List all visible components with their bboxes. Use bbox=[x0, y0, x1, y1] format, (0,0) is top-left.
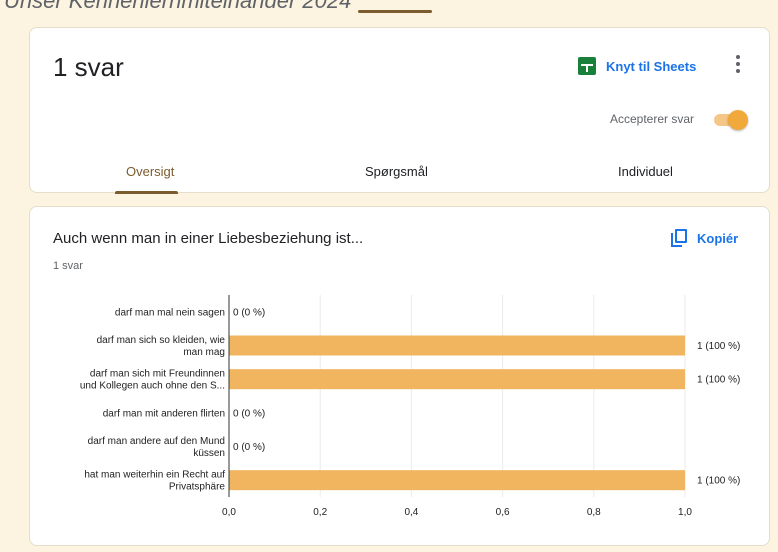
category-label: man mag bbox=[183, 347, 225, 358]
category-label: darf man mit anderen flirten bbox=[103, 408, 225, 419]
header-tab-indicator bbox=[358, 10, 432, 13]
tab-summary[interactable]: Oversigt bbox=[126, 164, 174, 179]
category-label: darf man sich so kleiden, wie bbox=[97, 335, 226, 346]
category-label: darf man andere auf den Mund bbox=[88, 436, 225, 447]
responses-summary-card: 1 svar Knyt til Sheets Accepterer svar O… bbox=[29, 27, 771, 194]
x-tick-label: 1,0 bbox=[678, 507, 692, 518]
question-summary-card: Auch wenn man in einer Liebesbeziehung i… bbox=[29, 206, 770, 546]
tab-question[interactable]: Spørgsmål bbox=[365, 164, 428, 179]
bar bbox=[229, 470, 685, 491]
link-to-sheets-label: Knyt til Sheets bbox=[606, 58, 697, 74]
category-label: darf man mal nein sagen bbox=[115, 307, 225, 318]
category-label: Privatsphäre bbox=[169, 482, 226, 493]
category-label: hat man weiterhin ein Recht auf bbox=[84, 470, 225, 481]
data-label: 0 (0 %) bbox=[233, 442, 265, 453]
x-tick-label: 0,4 bbox=[404, 507, 418, 518]
form-header-strip: Unser Kennenlernmiteinander 2024 bbox=[0, 0, 778, 14]
data-label: 1 (100 %) bbox=[697, 375, 740, 386]
accepting-responses-toggle[interactable] bbox=[714, 109, 748, 130]
form-title: Unser Kennenlernmiteinander 2024 bbox=[4, 0, 352, 13]
toggle-thumb bbox=[728, 110, 748, 130]
x-tick-label: 0,2 bbox=[313, 507, 327, 518]
x-tick-label: 0,6 bbox=[496, 507, 510, 518]
response-count-heading: 1 svar bbox=[53, 52, 124, 82]
tab-individual[interactable]: Individuel bbox=[618, 164, 673, 179]
responses-bar-chart: darf man mal nein sagen 0 (0 %) darf man s… bbox=[80, 295, 740, 518]
accepting-responses-label: Accepterer svar bbox=[610, 112, 695, 126]
responses-tabs: Oversigt Spørgsmål Individuel bbox=[30, 156, 771, 194]
category-label: küssen bbox=[193, 448, 225, 459]
bar bbox=[229, 369, 685, 390]
data-label: 0 (0 %) bbox=[233, 307, 265, 318]
category-label: und Kollegen auch ohne den S... bbox=[80, 381, 225, 392]
sheets-icon bbox=[578, 57, 596, 75]
active-tab-indicator bbox=[115, 191, 178, 194]
more-options-icon[interactable] bbox=[726, 52, 750, 76]
link-to-sheets-button[interactable]: Knyt til Sheets bbox=[578, 54, 696, 78]
data-label: 0 (0 %) bbox=[233, 408, 265, 419]
data-label: 1 (100 %) bbox=[697, 341, 740, 352]
data-label: 1 (100 %) bbox=[697, 476, 740, 487]
bar bbox=[229, 335, 685, 356]
x-tick-label: 0,8 bbox=[587, 507, 601, 518]
category-label: darf man sich mit Freundinnen bbox=[90, 369, 225, 380]
x-tick-label: 0,0 bbox=[222, 507, 236, 518]
